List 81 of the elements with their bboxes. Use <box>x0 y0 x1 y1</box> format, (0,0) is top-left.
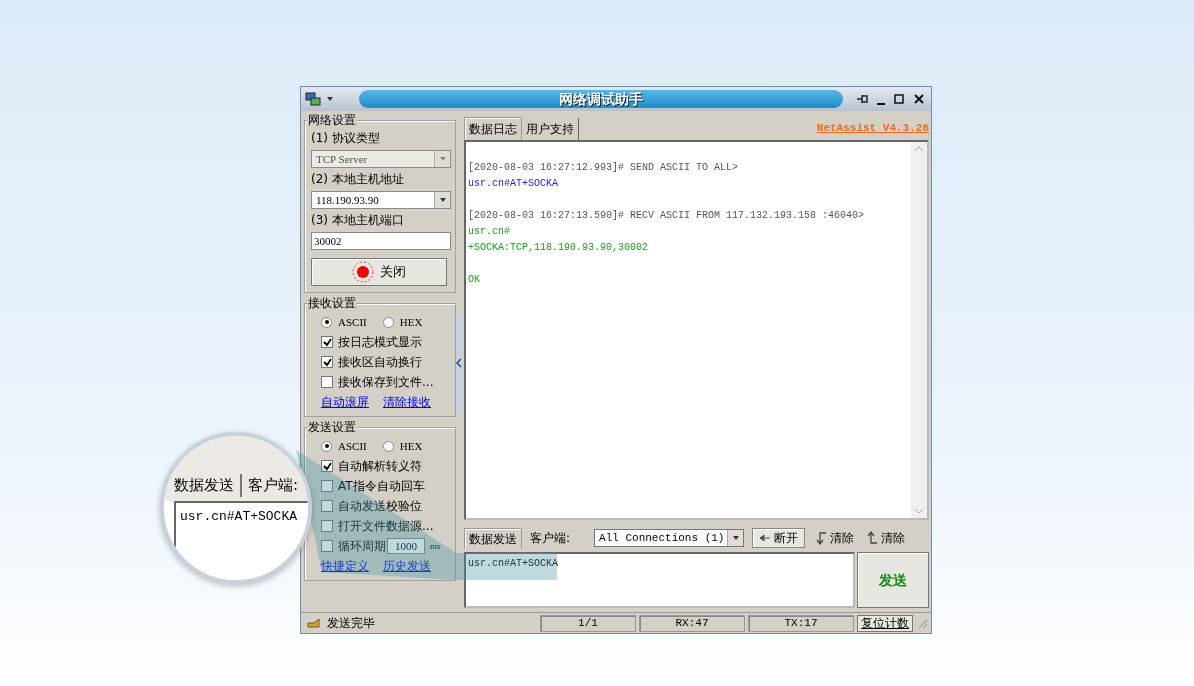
arrow-left-icon <box>759 534 772 542</box>
maximize-button[interactable] <box>891 93 907 105</box>
computer-icon <box>305 92 321 106</box>
log-line: usr.cn#AT+SOCKA <box>468 177 559 191</box>
close-button[interactable] <box>911 93 927 105</box>
minimize-icon <box>877 103 885 105</box>
host-select[interactable]: 118.190.93.90 <box>311 191 451 209</box>
radio-label: HEX <box>399 439 423 454</box>
magnified-text: usr.cn#AT+SOCKA <box>174 500 308 580</box>
resize-grip-icon <box>916 617 928 629</box>
field-label: 客户端: <box>248 475 299 496</box>
window-title: 网络调试助手 <box>359 90 843 108</box>
radio-label: ASCII <box>338 439 367 454</box>
action-link[interactable]: 快捷定义 <box>321 558 369 574</box>
option-label: 循环周期 <box>338 538 386 554</box>
send-button[interactable]: 发送 <box>857 552 929 608</box>
status-field: 1/1 <box>540 614 636 632</box>
reset-counter-button[interactable]: 复位计数 <box>857 614 913 632</box>
option-label: AT指令自动回车 <box>338 478 425 494</box>
checkbox[interactable] <box>321 480 333 492</box>
option-label: 接收区自动换行 <box>338 354 422 370</box>
unit-label: ms <box>430 540 441 553</box>
log-line: OK <box>468 273 481 287</box>
checkbox[interactable] <box>321 540 333 552</box>
field-label: (2) 本地主机地址 <box>311 172 405 187</box>
port-field[interactable]: 30002 <box>311 232 451 250</box>
curved-arrow-icon <box>815 531 828 545</box>
checkbox[interactable] <box>321 356 333 368</box>
option-label: 自动解析转义符 <box>338 458 422 474</box>
clear-button[interactable]: 清除 <box>864 529 908 547</box>
checkbox[interactable] <box>321 376 333 388</box>
radio-label: HEX <box>399 315 423 330</box>
pin-icon <box>855 93 869 105</box>
checkbox[interactable] <box>321 336 333 348</box>
radio-button[interactable] <box>382 440 394 452</box>
option-label: 打开文件数据源... <box>338 518 434 534</box>
interval-field[interactable]: 1000 <box>387 538 425 554</box>
option-label: 自动发送校验位 <box>338 498 422 514</box>
log-line: +SOCKA:TCP,118.190.93.90,30002 <box>468 241 650 255</box>
checkbox[interactable] <box>321 460 333 472</box>
status-field: TX:17 <box>748 614 854 632</box>
tab[interactable]: 数据发送 <box>464 527 522 549</box>
option-label: 接收保存到文件... <box>338 374 434 390</box>
close-icon <box>913 93 925 105</box>
collapse-handle[interactable] <box>456 314 462 412</box>
status-message: 发送完毕 <box>327 615 375 632</box>
radio-button[interactable] <box>321 440 332 452</box>
curved-arrow-icon <box>866 531 879 545</box>
action-link[interactable]: 清除接收 <box>383 394 431 410</box>
field-label: (1) 协议类型 <box>311 131 381 146</box>
checkbox[interactable] <box>321 520 333 532</box>
checkbox[interactable] <box>321 500 333 512</box>
close-connection-button[interactable]: 关闭 <box>311 258 447 286</box>
group-title: 网络设置 <box>307 113 357 127</box>
send-input[interactable]: usr.cn#AT+SOCKA <box>464 552 855 608</box>
clear-button[interactable]: 清除 <box>813 529 857 547</box>
scrollbar[interactable] <box>911 142 927 518</box>
radio-button[interactable] <box>321 316 332 328</box>
tab[interactable]: 数据日志 <box>464 117 522 140</box>
action-link[interactable]: 历史发送 <box>383 558 431 574</box>
status-light-icon <box>352 261 374 283</box>
field-label: (3) 本地主机端口 <box>311 213 405 228</box>
check-icon <box>322 461 332 471</box>
disconnect-button[interactable]: 断开 <box>752 528 806 548</box>
option-label: 按日志模式显示 <box>338 334 422 350</box>
status-field: RX:47 <box>639 614 745 632</box>
protocol-select[interactable]: TCP Server <box>311 150 451 168</box>
log-line: [2020-08-03 16:27:13.590]# RECV ASCII FROM 117.132.193.158 :46040> <box>468 209 866 223</box>
group-title: 发送设置 <box>307 420 357 434</box>
field-label: 客户端: <box>530 530 571 547</box>
action-link[interactable]: 自动滚屏 <box>321 394 369 410</box>
group-title: 接收设置 <box>307 296 357 310</box>
radio-label: ASCII <box>338 315 367 330</box>
scroll-down-icon <box>914 508 924 514</box>
maximize-icon <box>893 93 905 105</box>
radio-button[interactable] <box>382 316 394 328</box>
log-line: usr.cn# <box>468 225 511 239</box>
scroll-up-icon <box>914 146 924 152</box>
chevron-left-icon <box>456 358 462 368</box>
log-line: [2020-08-03 16:27:12.993]# SEND ASCII TO ALL> <box>468 161 740 175</box>
client-select[interactable]: All Connections (1) <box>594 529 745 547</box>
